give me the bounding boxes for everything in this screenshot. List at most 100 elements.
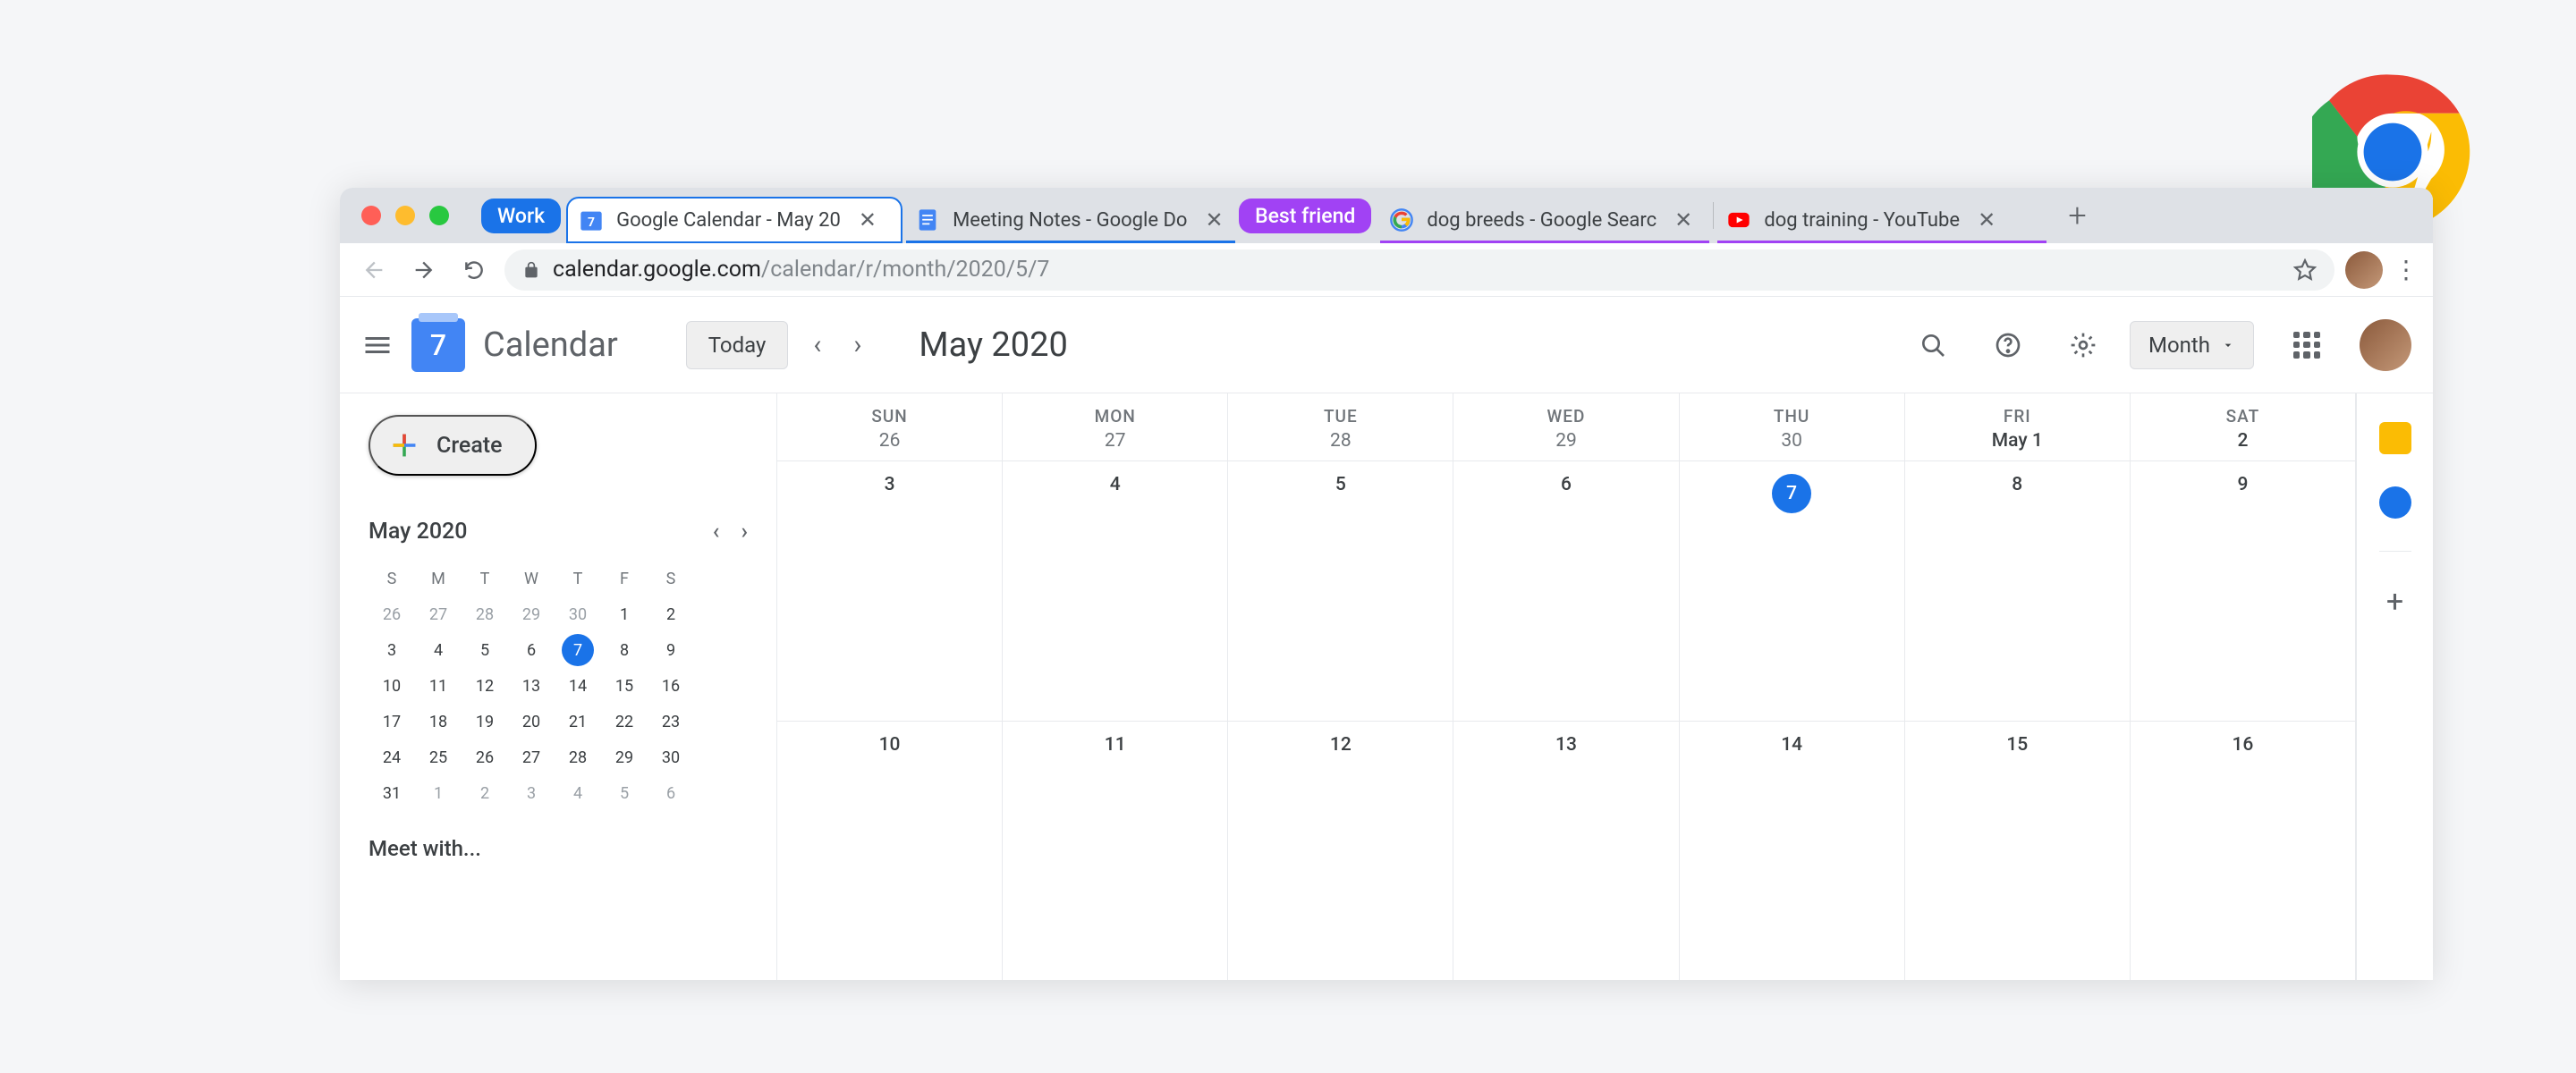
- mini-day-cell[interactable]: 31: [369, 775, 415, 811]
- tasks-icon[interactable]: [2379, 486, 2411, 519]
- mini-day-cell[interactable]: 29: [508, 596, 555, 632]
- mini-day-cell[interactable]: 30: [555, 596, 601, 632]
- mini-day-cell[interactable]: 17: [369, 704, 415, 739]
- forward-button[interactable]: [404, 250, 444, 290]
- day-cell[interactable]: 4: [1003, 461, 1228, 721]
- back-button[interactable]: [354, 250, 394, 290]
- mini-day-cell[interactable]: 27: [415, 596, 462, 632]
- mini-day-cell[interactable]: 8: [601, 632, 648, 668]
- google-apps-icon[interactable]: [2293, 332, 2320, 359]
- day-cell[interactable]: 2: [2131, 430, 2356, 460]
- mini-day-cell[interactable]: 19: [462, 704, 508, 739]
- reload-button[interactable]: [454, 250, 494, 290]
- day-cell[interactable]: 16: [2131, 722, 2356, 981]
- day-cell[interactable]: 27: [1003, 430, 1228, 460]
- mini-day-cell[interactable]: 2: [648, 596, 694, 632]
- create-button[interactable]: Create: [369, 415, 537, 476]
- browser-menu-button[interactable]: ⋮: [2394, 255, 2419, 284]
- help-icon[interactable]: [1988, 325, 2028, 365]
- add-addon-icon[interactable]: +: [2386, 584, 2403, 620]
- mini-day-cell[interactable]: 16: [648, 668, 694, 704]
- day-cell[interactable]: 6: [1453, 461, 1679, 721]
- mini-day-cell[interactable]: 5: [601, 775, 648, 811]
- mini-day-cell[interactable]: 23: [648, 704, 694, 739]
- mini-prev-button[interactable]: ‹: [713, 519, 720, 545]
- next-month-button[interactable]: ›: [846, 329, 869, 360]
- main-menu-icon[interactable]: [361, 329, 394, 361]
- day-cell[interactable]: 8: [1905, 461, 2131, 721]
- close-tab-icon[interactable]: ✕: [1674, 207, 1692, 232]
- mini-day-cell[interactable]: 6: [508, 632, 555, 668]
- mini-next-button[interactable]: ›: [741, 519, 748, 545]
- day-cell[interactable]: 30: [1680, 430, 1905, 460]
- mini-day-cell[interactable]: 24: [369, 739, 415, 775]
- mini-day-cell[interactable]: 1: [415, 775, 462, 811]
- search-icon[interactable]: [1913, 325, 1953, 365]
- day-cell[interactable]: 10: [777, 722, 1003, 981]
- prev-month-button[interactable]: ‹: [806, 329, 828, 360]
- day-cell[interactable]: 29: [1453, 430, 1679, 460]
- mini-day-cell[interactable]: 4: [555, 775, 601, 811]
- mini-day-cell[interactable]: 21: [555, 704, 601, 739]
- new-tab-button[interactable]: +: [2068, 197, 2086, 234]
- mini-day-cell[interactable]: 29: [601, 739, 648, 775]
- mini-day-cell[interactable]: 18: [415, 704, 462, 739]
- day-cell[interactable]: 13: [1453, 722, 1679, 981]
- day-cell[interactable]: 5: [1228, 461, 1453, 721]
- mini-day-cell[interactable]: 26: [369, 596, 415, 632]
- mini-day-cell[interactable]: 14: [555, 668, 601, 704]
- account-avatar[interactable]: [2360, 319, 2411, 371]
- minimize-window-button[interactable]: [395, 206, 415, 225]
- mini-day-cell[interactable]: 1: [601, 596, 648, 632]
- close-tab-icon[interactable]: ✕: [1978, 207, 1996, 232]
- day-cell[interactable]: May 1: [1905, 430, 2131, 460]
- mini-day-cell[interactable]: 3: [369, 632, 415, 668]
- close-tab-icon[interactable]: ✕: [859, 207, 877, 232]
- bookmark-star-icon[interactable]: [2293, 258, 2317, 282]
- mini-day-cell[interactable]: 20: [508, 704, 555, 739]
- mini-day-cell[interactable]: 13: [508, 668, 555, 704]
- day-cell[interactable]: 28: [1228, 430, 1453, 460]
- tab-google-search[interactable]: dog breeds - Google Searc ✕: [1377, 197, 1713, 243]
- keep-icon[interactable]: [2379, 422, 2411, 454]
- mini-day-cell[interactable]: 2: [462, 775, 508, 811]
- mini-day-cell[interactable]: 12: [462, 668, 508, 704]
- day-cell[interactable]: 9: [2131, 461, 2356, 721]
- settings-gear-icon[interactable]: [2063, 325, 2103, 365]
- mini-day-cell[interactable]: 10: [369, 668, 415, 704]
- day-cell[interactable]: 26: [777, 430, 1003, 460]
- tab-youtube[interactable]: dog training - YouTube ✕: [1714, 197, 2050, 243]
- close-window-button[interactable]: [361, 206, 381, 225]
- mini-day-cell[interactable]: 9: [648, 632, 694, 668]
- mini-day-cell[interactable]: 15: [601, 668, 648, 704]
- tab-docs[interactable]: Meeting Notes - Google Do ✕: [902, 197, 1239, 243]
- day-cell[interactable]: 14: [1680, 722, 1905, 981]
- mini-day-cell[interactable]: 3: [508, 775, 555, 811]
- tab-calendar[interactable]: 7 Google Calendar - May 20 ✕: [566, 197, 902, 243]
- mini-day-cell[interactable]: 4: [415, 632, 462, 668]
- mini-day-cell[interactable]: 22: [601, 704, 648, 739]
- today-button[interactable]: Today: [686, 321, 789, 369]
- tab-group-bestfriend[interactable]: Best friend: [1239, 199, 1371, 233]
- mini-day-cell[interactable]: 28: [555, 739, 601, 775]
- tab-group-work[interactable]: Work: [481, 199, 561, 233]
- mini-day-cell[interactable]: 28: [462, 596, 508, 632]
- maximize-window-button[interactable]: [429, 206, 449, 225]
- url-input[interactable]: calendar.google.com/calendar/r/month/202…: [504, 249, 2334, 291]
- mini-day-cell[interactable]: 5: [462, 632, 508, 668]
- mini-day-cell[interactable]: 11: [415, 668, 462, 704]
- mini-day-cell[interactable]: 6: [648, 775, 694, 811]
- close-tab-icon[interactable]: ✕: [1205, 207, 1223, 232]
- mini-day-cell[interactable]: 27: [508, 739, 555, 775]
- day-cell[interactable]: 7: [1680, 461, 1905, 721]
- day-cell[interactable]: 3: [777, 461, 1003, 721]
- day-cell[interactable]: 15: [1905, 722, 2131, 981]
- mini-day-cell[interactable]: 30: [648, 739, 694, 775]
- view-selector[interactable]: Month: [2130, 321, 2254, 369]
- mini-day-cell[interactable]: 26: [462, 739, 508, 775]
- profile-avatar[interactable]: [2345, 251, 2383, 289]
- day-cell[interactable]: 12: [1228, 722, 1453, 981]
- mini-day-cell[interactable]: 25: [415, 739, 462, 775]
- mini-day-cell[interactable]: 7: [562, 634, 594, 666]
- day-cell[interactable]: 11: [1003, 722, 1228, 981]
